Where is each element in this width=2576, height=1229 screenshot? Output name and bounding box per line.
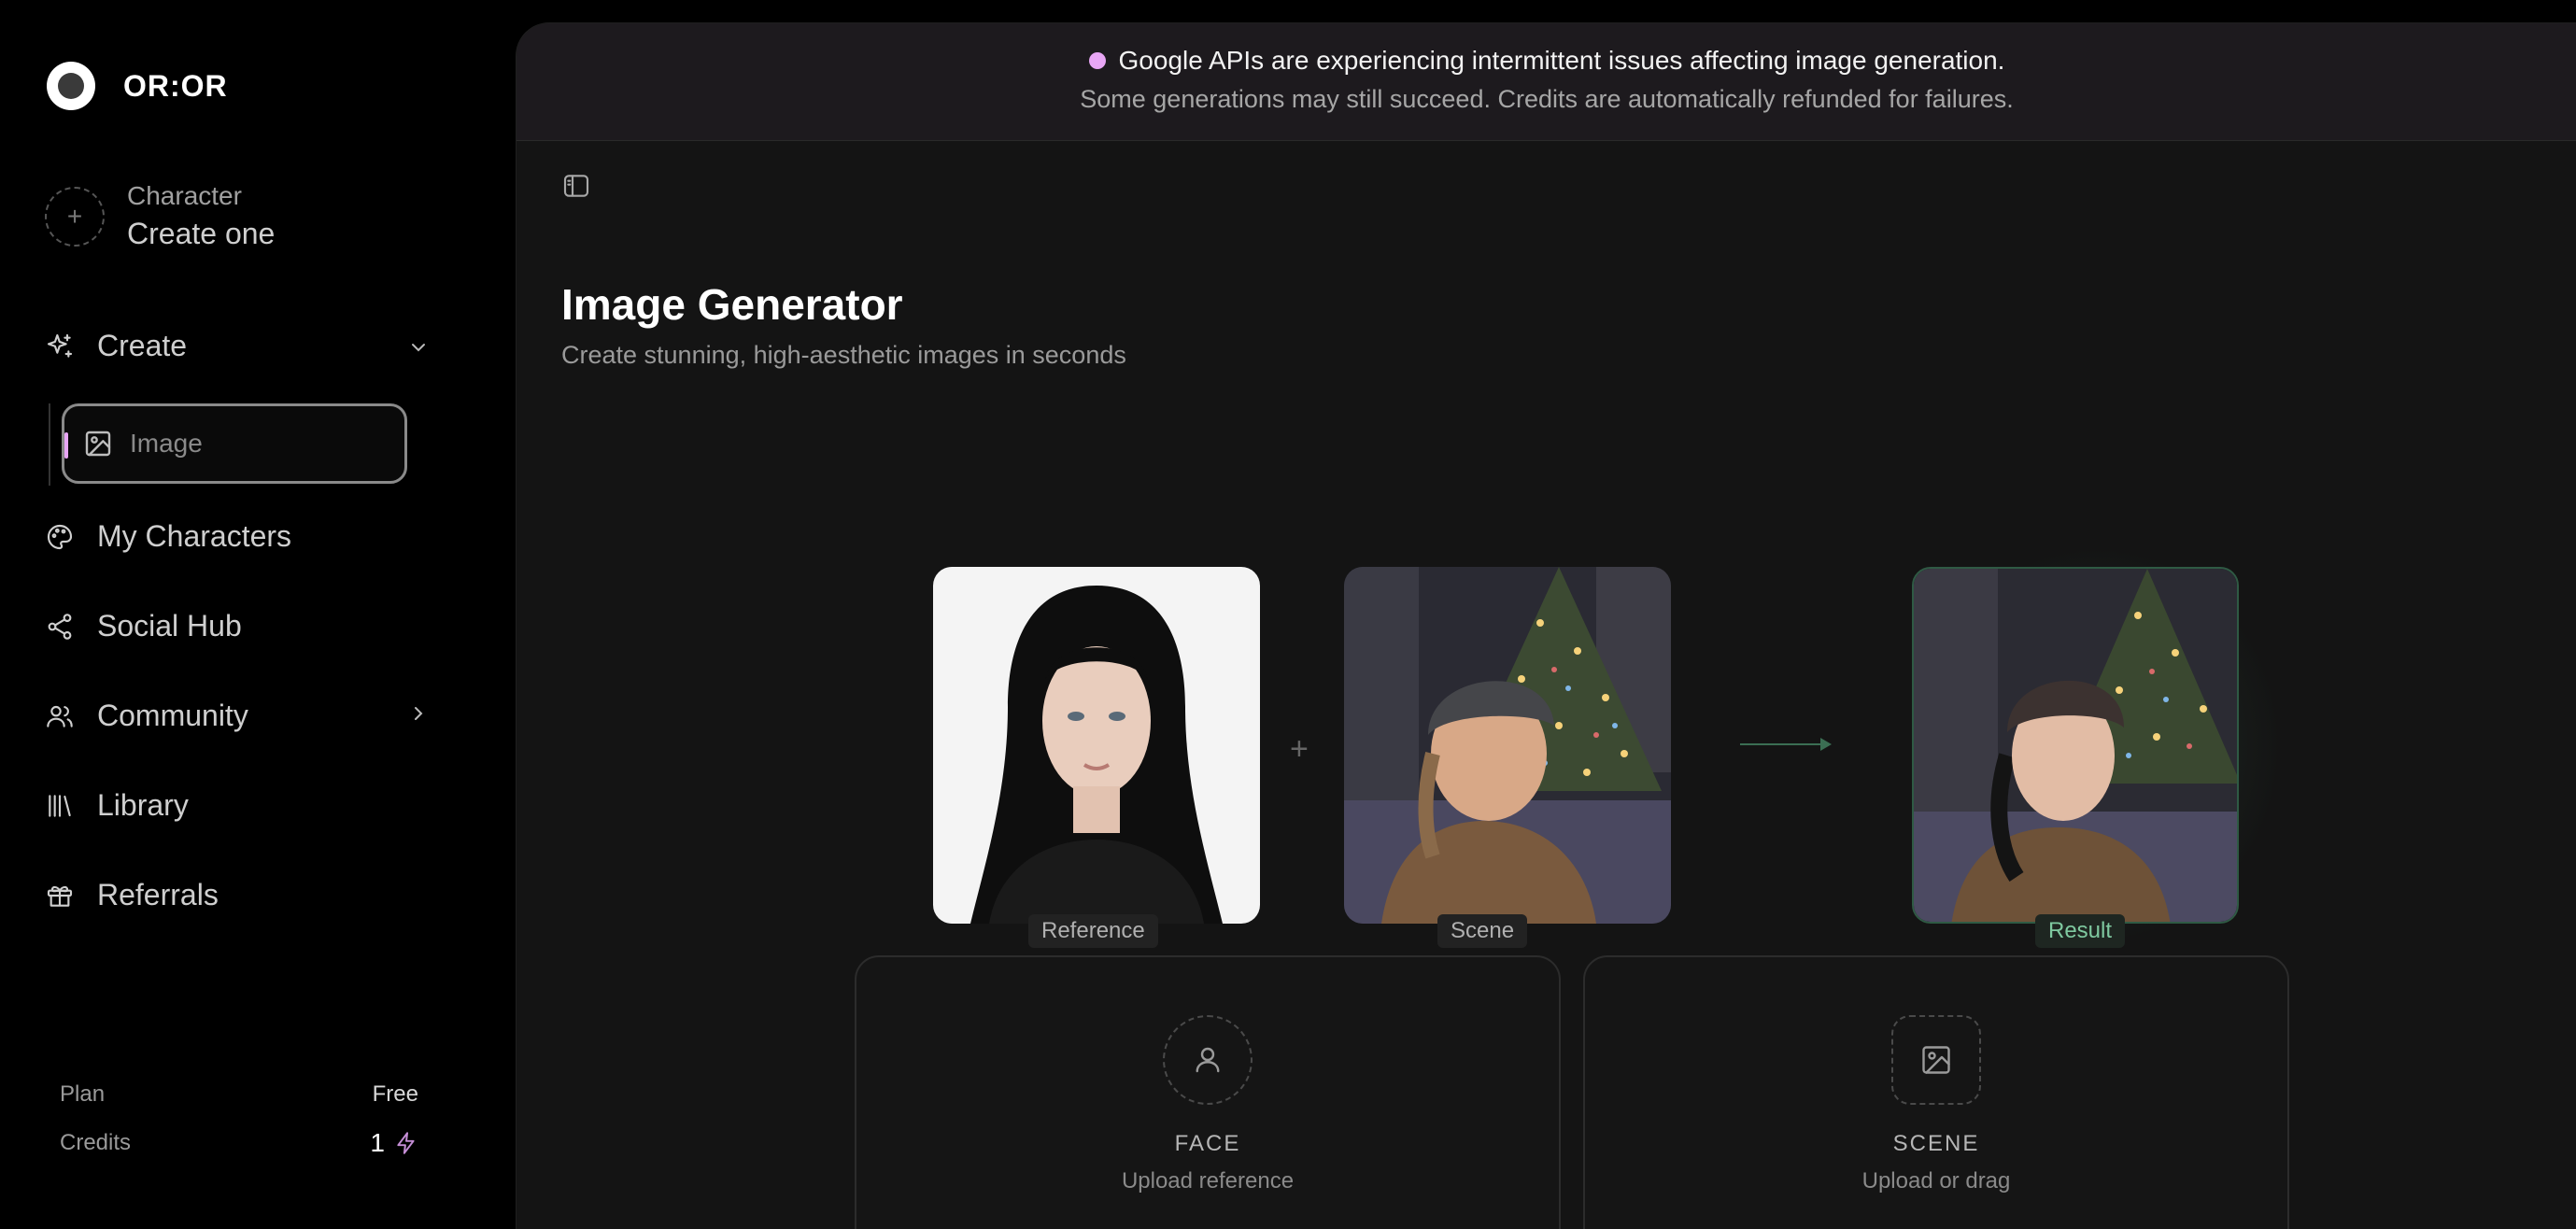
gift-icon	[47, 885, 73, 907]
image-icon	[85, 431, 111, 457]
reference-preview	[933, 567, 1260, 924]
main-content: Google APIs are experiencing intermitten…	[516, 22, 2576, 1229]
character-slot[interactable]: + Character Create one	[45, 181, 275, 251]
share-icon	[48, 613, 72, 640]
plan-label: Plan	[60, 1081, 106, 1107]
scene-preview	[1344, 567, 1671, 924]
sidebar-toggle-icon[interactable]	[561, 171, 591, 201]
lightning-icon	[397, 1132, 415, 1154]
arrow-right-icon	[1740, 738, 1832, 751]
image-icon	[1922, 1046, 1950, 1074]
character-label: Character	[127, 181, 242, 210]
user-icon	[1196, 1047, 1220, 1073]
nav-my-characters-label: My Characters	[97, 519, 292, 553]
chevron-down-icon[interactable]	[407, 336, 430, 359]
page-title: Image Generator	[561, 280, 903, 329]
chevron-right-icon[interactable]	[407, 702, 430, 725]
scene-upload-card[interactable]: SCENE Upload or drag	[1583, 955, 2289, 1229]
sparkles-icon	[47, 333, 73, 358]
page-subtitle: Create stunning, high-aesthetic images i…	[561, 341, 1126, 369]
credits-label: Credits	[60, 1130, 132, 1155]
status-dot-icon	[1088, 52, 1106, 69]
nav-create[interactable]: Create	[45, 329, 187, 363]
submenu-guide	[49, 403, 50, 486]
palette-icon	[47, 524, 73, 549]
status-banner: Google APIs are experiencing intermitten…	[517, 23, 2576, 141]
nav-image-label: Image	[130, 429, 203, 458]
result-caption: Result	[2035, 914, 2126, 948]
nav-community[interactable]: Community	[45, 699, 248, 733]
nav-referrals-label: Referrals	[97, 878, 219, 911]
face-upload-dropzone[interactable]	[1163, 1015, 1253, 1105]
scene-upload-dropzone[interactable]	[1891, 1015, 1981, 1105]
face-upload-card[interactable]: FACE Upload reference	[855, 955, 1561, 1229]
credits-value: 1	[370, 1128, 385, 1157]
scene-caption: Scene	[1437, 914, 1528, 948]
face-upload-title: FACE	[1174, 1131, 1241, 1156]
nav-library[interactable]: Library	[45, 788, 189, 823]
nav-create-label: Create	[97, 329, 188, 362]
sidebar: OR:OR + Character Create one Create Imag…	[0, 0, 516, 1229]
nav-my-characters[interactable]: My Characters	[45, 519, 291, 554]
reference-caption: Reference	[1028, 914, 1158, 948]
nav-image[interactable]: Image	[62, 403, 407, 484]
brand-name: OR:OR	[123, 68, 228, 103]
scene-upload-title: SCENE	[1892, 1131, 1980, 1156]
nav-social-hub[interactable]: Social Hub	[45, 609, 242, 643]
nav-library-label: Library	[97, 788, 189, 822]
credits-display[interactable]: 1	[370, 1128, 418, 1158]
library-icon	[49, 794, 71, 817]
create-character-link[interactable]: Create one	[127, 217, 275, 251]
face-upload-subtitle: Upload reference	[1121, 1168, 1295, 1194]
banner-message: Google APIs are experiencing intermitten…	[1118, 46, 2005, 75]
nav-community-label: Community	[97, 699, 248, 732]
scene-upload-subtitle: Upload or drag	[1861, 1168, 2011, 1194]
nav-social-hub-label: Social Hub	[97, 609, 242, 643]
banner-detail: Some generations may still succeed. Cred…	[1080, 85, 2014, 113]
credits-row: Credits 1	[60, 1128, 418, 1158]
users-icon	[47, 705, 73, 728]
result-preview	[1912, 567, 2239, 924]
plus-icon: +	[1290, 731, 1309, 767]
brand-logo[interactable]: OR:OR	[47, 62, 228, 110]
plan-value: Free	[372, 1081, 418, 1107]
plan-row: Plan Free	[60, 1081, 418, 1108]
active-indicator	[64, 432, 68, 459]
nav-referrals[interactable]: Referrals	[45, 878, 219, 912]
logo-icon	[47, 62, 95, 110]
plus-icon: +	[45, 186, 105, 247]
